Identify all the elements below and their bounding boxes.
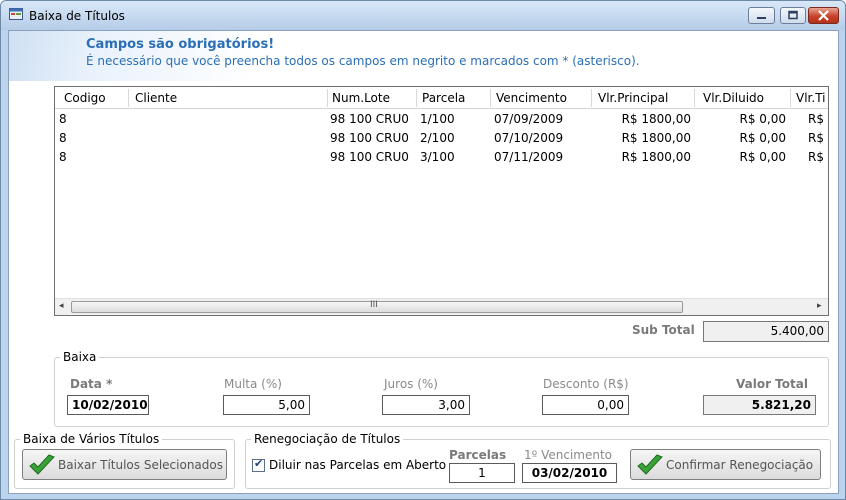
multa-label: Multa (%)	[224, 377, 282, 391]
minimize-icon	[757, 17, 766, 19]
window: Baixa de Títulos Campos são obrigatórios…	[0, 0, 846, 500]
cell-vencimento: 07/11/2009	[494, 150, 564, 164]
horizontal-scrollbar[interactable]: ◂ III ▸	[55, 298, 828, 315]
banner-title: Campos são obrigatórios!	[86, 37, 275, 52]
column-header-vencimento[interactable]: Vencimento	[496, 91, 567, 105]
renegociacao-group-title: Renegociação de Títulos	[251, 432, 404, 446]
cell-vlr-ti: R$	[808, 150, 824, 164]
cell-codigo: 8	[59, 150, 67, 164]
cell-vlr-principal: R$ 1800,00	[621, 112, 691, 126]
minimize-button[interactable]	[748, 7, 775, 24]
cell-num-lote: 98 100 CRU0	[330, 131, 409, 145]
cell-vencimento: 07/10/2009	[494, 131, 564, 145]
parcelas-label: Parcelas	[449, 448, 507, 462]
table-row[interactable]: 8 98 100 CRU0 3/100 07/11/2009 R$ 1800,0…	[55, 147, 828, 166]
cell-parcela: 1/100	[420, 112, 455, 126]
cell-num-lote: 98 100 CRU0	[330, 112, 409, 126]
cell-num-lote: 98 100 CRU0	[330, 150, 409, 164]
table-row[interactable]: 8 98 100 CRU0 2/100 07/10/2009 R$ 1800,0…	[55, 128, 828, 147]
cell-parcela: 3/100	[420, 150, 455, 164]
confirmar-renegociacao-button[interactable]: Confirmar Renegociação	[630, 449, 821, 480]
green-check-icon	[637, 454, 663, 475]
diluir-checkbox-label[interactable]: Diluir nas Parcelas em Aberto	[269, 458, 446, 472]
scrollbar-thumb[interactable]: III	[71, 300, 683, 313]
checkbox-check-icon: ✔	[254, 457, 264, 470]
data-label: Data *	[70, 377, 113, 391]
scroll-grip-icon: III	[370, 300, 378, 310]
cell-vlr-diluido: R$ 0,00	[739, 150, 786, 164]
juros-field[interactable]: 3,00	[382, 395, 470, 415]
baixa-group	[54, 357, 829, 427]
cell-vencimento: 07/09/2009	[494, 112, 564, 126]
maximize-icon	[788, 10, 798, 20]
multa-field[interactable]: 5,00	[223, 395, 310, 415]
titles-grid[interactable]: Codigo Cliente Num.Lote Parcela Vencimen…	[54, 86, 829, 316]
cell-vlr-principal: R$ 1800,00	[621, 131, 691, 145]
cell-codigo: 8	[59, 131, 67, 145]
column-header-num-lote[interactable]: Num.Lote	[332, 91, 390, 105]
column-header-vlr-principal[interactable]: Vlr.Principal	[598, 91, 668, 105]
cell-vlr-principal: R$ 1800,00	[621, 150, 691, 164]
confirmar-renegociacao-label: Confirmar Renegociação	[666, 458, 814, 472]
valor-total-label: Valor Total	[736, 377, 808, 391]
title-bar[interactable]: Baixa de Títulos	[1, 1, 845, 30]
close-icon	[818, 10, 829, 21]
column-header-cliente[interactable]: Cliente	[135, 91, 177, 105]
close-button[interactable]	[808, 7, 839, 24]
grid-header: Codigo Cliente Num.Lote Parcela Vencimen…	[55, 87, 828, 109]
juros-label: Juros (%)	[384, 377, 438, 391]
desconto-field[interactable]: 0,00	[542, 395, 629, 415]
diluir-checkbox[interactable]: ✔	[252, 457, 265, 472]
banner-subtitle: É necessário que você preencha todos os …	[86, 54, 640, 68]
maximize-button[interactable]	[780, 7, 806, 24]
cell-vlr-ti: R$	[808, 112, 824, 126]
subtotal-field: 5.400,00	[703, 321, 829, 342]
primeiro-vencimento-label: 1º Vencimento	[524, 448, 613, 462]
scroll-left-icon[interactable]: ◂	[59, 301, 64, 311]
baixar-titulos-label: Baixar Títulos Selecionados	[58, 458, 223, 472]
desconto-label: Desconto (R$)	[543, 377, 629, 391]
form-client-area: Campos são obrigatórios! É necessário qu…	[8, 30, 839, 494]
column-header-codigo[interactable]: Codigo	[64, 91, 106, 105]
cell-parcela: 2/100	[420, 131, 455, 145]
subtotal-label: Sub Total	[632, 323, 695, 337]
varios-titulos-group-title: Baixa de Vários Títulos	[20, 432, 163, 446]
cell-vlr-diluido: R$ 0,00	[739, 131, 786, 145]
data-field[interactable]: 10/02/2010	[67, 395, 149, 415]
column-header-parcela[interactable]: Parcela	[422, 91, 465, 105]
column-header-vlr-diluido[interactable]: Vlr.Diluido	[703, 91, 764, 105]
green-check-icon	[29, 454, 55, 475]
valor-total-field: 5.821,20	[703, 395, 816, 415]
baixar-titulos-button[interactable]: Baixar Títulos Selecionados	[22, 449, 227, 480]
cell-codigo: 8	[59, 112, 67, 126]
window-title: Baixa de Títulos	[29, 9, 125, 23]
form-window-icon	[9, 8, 23, 20]
required-fields-banner: Campos são obrigatórios! É necessário qu…	[9, 31, 838, 81]
baixa-group-title: Baixa	[60, 350, 100, 364]
cell-vlr-ti: R$	[808, 131, 824, 145]
parcelas-field[interactable]: 1	[449, 463, 515, 483]
primeiro-vencimento-field[interactable]: 03/02/2010	[522, 463, 617, 483]
scroll-right-icon[interactable]: ▸	[817, 301, 822, 311]
cell-vlr-diluido: R$ 0,00	[739, 112, 786, 126]
column-header-vlr-ti[interactable]: Vlr.Ti	[796, 91, 825, 105]
table-row[interactable]: 8 98 100 CRU0 1/100 07/09/2009 R$ 1800,0…	[55, 109, 828, 128]
